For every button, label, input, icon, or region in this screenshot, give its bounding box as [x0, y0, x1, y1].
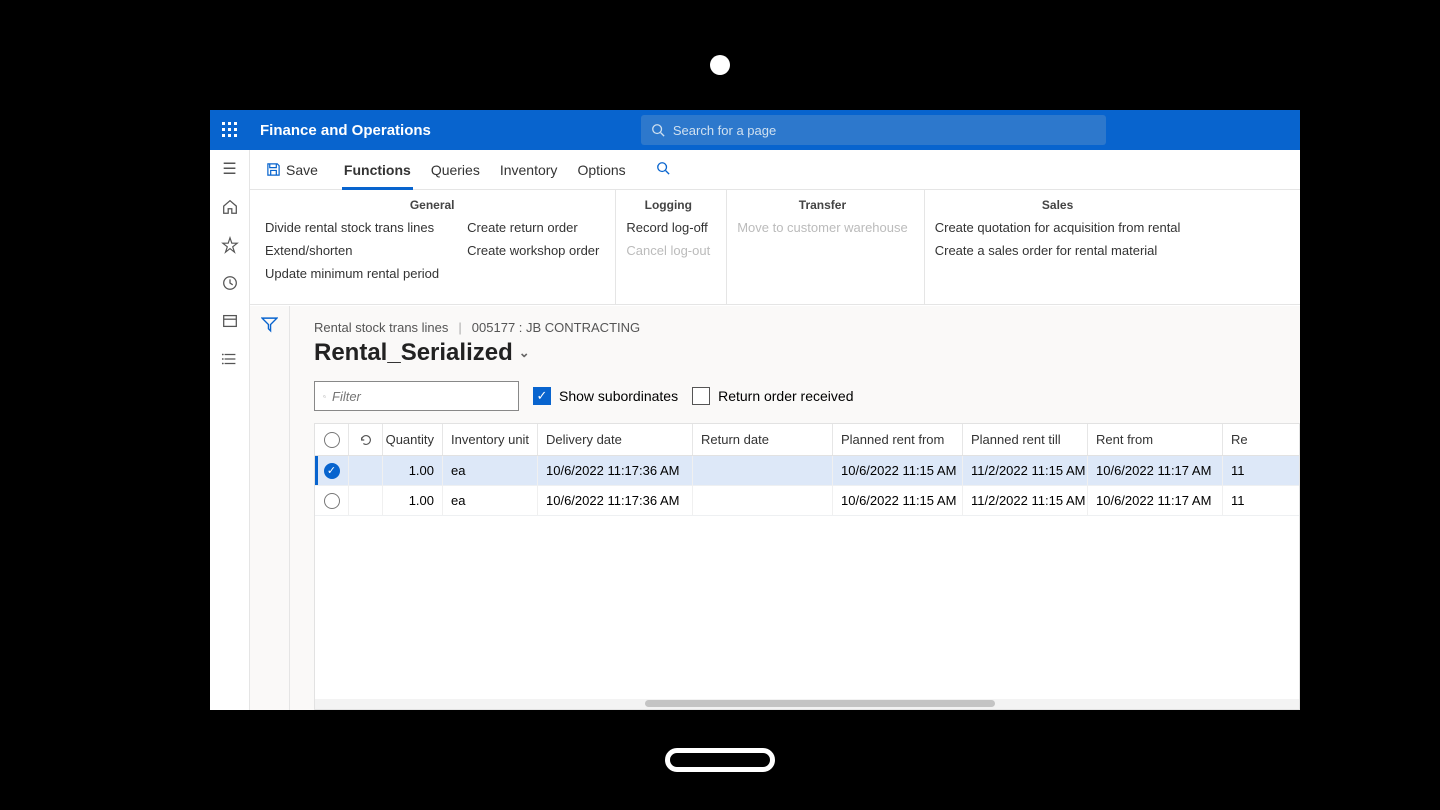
nav-sidebar: ☰: [210, 150, 250, 710]
app-title: Finance and Operations: [260, 122, 431, 139]
nav-home-button[interactable]: [221, 198, 239, 216]
ribbon-group-general: General Divide rental stock trans lines …: [265, 190, 616, 304]
ribbon-divide-lines[interactable]: Divide rental stock trans lines: [265, 218, 439, 237]
tab-inventory[interactable]: Inventory: [490, 150, 568, 189]
col-quantity[interactable]: Quantity: [383, 424, 443, 455]
col-select-all[interactable]: [315, 424, 349, 455]
chevron-down-icon: ⌄: [519, 345, 530, 361]
tablet-camera: [710, 55, 730, 75]
tablet-home-button: [665, 748, 775, 772]
breadcrumb-record: 005177 : JB CONTRACTING: [472, 320, 640, 335]
breadcrumb-entity: Rental stock trans lines: [314, 320, 448, 335]
data-grid: Quantity Inventory unit Delivery date Re…: [314, 423, 1300, 710]
table-row[interactable]: 1.00 ea 10/6/2022 11:17:36 AM 10/6/2022 …: [315, 486, 1300, 516]
col-planned-rent-till[interactable]: Planned rent till: [963, 424, 1088, 455]
ribbon-update-min-period[interactable]: Update minimum rental period: [265, 264, 439, 283]
tab-options[interactable]: Options: [567, 150, 635, 189]
col-return-date[interactable]: Return date: [693, 424, 833, 455]
ribbon-header-logging: Logging: [626, 198, 710, 212]
ribbon-group-sales: Sales Create quotation for acquisition f…: [935, 190, 1197, 304]
ribbon-extend-shorten[interactable]: Extend/shorten: [265, 241, 439, 260]
ribbon-group-transfer: Transfer Move to customer warehouse: [737, 190, 925, 304]
col-refresh[interactable]: [349, 424, 383, 455]
action-bar: Save Functions Queries Inventory Options: [210, 150, 1300, 190]
ribbon-header-transfer: Transfer: [737, 198, 908, 212]
quick-filter-input[interactable]: [332, 389, 510, 404]
breadcrumb: Rental stock trans lines | 005177 : JB C…: [314, 320, 1300, 335]
topbar: Finance and Operations: [210, 110, 1300, 150]
filter-rail[interactable]: [250, 306, 290, 710]
tablet-frame: Finance and Operations ☰: [140, 20, 1300, 790]
save-button[interactable]: Save: [266, 162, 318, 178]
row-select-icon[interactable]: [324, 493, 340, 509]
save-label: Save: [286, 162, 318, 178]
actionbar-search-button[interactable]: [656, 161, 670, 178]
waffle-icon: [222, 122, 238, 138]
save-icon: [266, 162, 281, 177]
nav-favorites-button[interactable]: [221, 236, 239, 254]
horizontal-scrollbar[interactable]: [315, 699, 1299, 709]
checkbox-icon: [692, 387, 710, 405]
col-rent-extra[interactable]: Re: [1223, 424, 1300, 455]
global-search[interactable]: [641, 115, 1106, 145]
page-title[interactable]: Rental_Serialized ⌄: [314, 339, 1300, 367]
breadcrumb-sep: |: [458, 320, 461, 335]
app-screen: Finance and Operations ☰: [210, 110, 1300, 710]
checkbox-label: Return order received: [718, 388, 853, 404]
checkbox-label: Show subordinates: [559, 388, 678, 404]
ribbon-create-sales-order[interactable]: Create a sales order for rental material: [935, 241, 1181, 260]
funnel-icon: [261, 316, 278, 333]
checkbox-return-order[interactable]: Return order received: [692, 387, 853, 405]
ribbon-cancel-logout: Cancel log-out: [626, 241, 710, 260]
col-rent-from[interactable]: Rent from: [1088, 424, 1223, 455]
row-select-icon[interactable]: ✓: [324, 463, 340, 479]
table-row[interactable]: ✓ 1.00 ea 10/6/2022 11:17:36 AM 10/6/202…: [315, 456, 1300, 486]
checkbox-show-subordinates[interactable]: ✓ Show subordinates: [533, 387, 678, 405]
refresh-icon: [359, 433, 373, 447]
tab-queries[interactable]: Queries: [421, 150, 490, 189]
nav-modules-button[interactable]: [221, 350, 239, 368]
ribbon-record-logoff[interactable]: Record log-off: [626, 218, 710, 237]
ribbon-group-logging: Logging Record log-off Cancel log-out: [626, 190, 727, 304]
nav-workspaces-button[interactable]: [221, 312, 239, 330]
col-delivery-date[interactable]: Delivery date: [538, 424, 693, 455]
ribbon-header-general: General: [265, 198, 599, 212]
content-area: Rental stock trans lines | 005177 : JB C…: [250, 306, 1300, 710]
ribbon-create-quotation[interactable]: Create quotation for acquisition from re…: [935, 218, 1181, 237]
grid-header: Quantity Inventory unit Delivery date Re…: [315, 424, 1300, 456]
search-icon: [651, 123, 665, 137]
search-icon: [656, 161, 670, 175]
ribbon-move-to-warehouse: Move to customer warehouse: [737, 218, 908, 237]
global-search-input[interactable]: [673, 123, 1096, 138]
quick-filter[interactable]: [314, 381, 519, 411]
col-inventory-unit[interactable]: Inventory unit: [443, 424, 538, 455]
col-planned-rent-from[interactable]: Planned rent from: [833, 424, 963, 455]
page-body: Rental stock trans lines | 005177 : JB C…: [290, 306, 1300, 710]
app-launcher-button[interactable]: [210, 122, 250, 138]
tab-functions[interactable]: Functions: [334, 150, 421, 189]
checkbox-icon: ✓: [533, 387, 551, 405]
filter-row: ✓ Show subordinates Return order receive…: [314, 381, 1300, 411]
scrollbar-thumb[interactable]: [645, 700, 995, 707]
nav-menu-button[interactable]: ☰: [221, 160, 239, 178]
ribbon-create-return-order[interactable]: Create return order: [467, 218, 599, 237]
ribbon-panel: General Divide rental stock trans lines …: [210, 190, 1300, 305]
ribbon-create-workshop-order[interactable]: Create workshop order: [467, 241, 599, 260]
ribbon-header-sales: Sales: [935, 198, 1181, 212]
nav-recent-button[interactable]: [221, 274, 239, 292]
search-icon: [323, 390, 326, 403]
